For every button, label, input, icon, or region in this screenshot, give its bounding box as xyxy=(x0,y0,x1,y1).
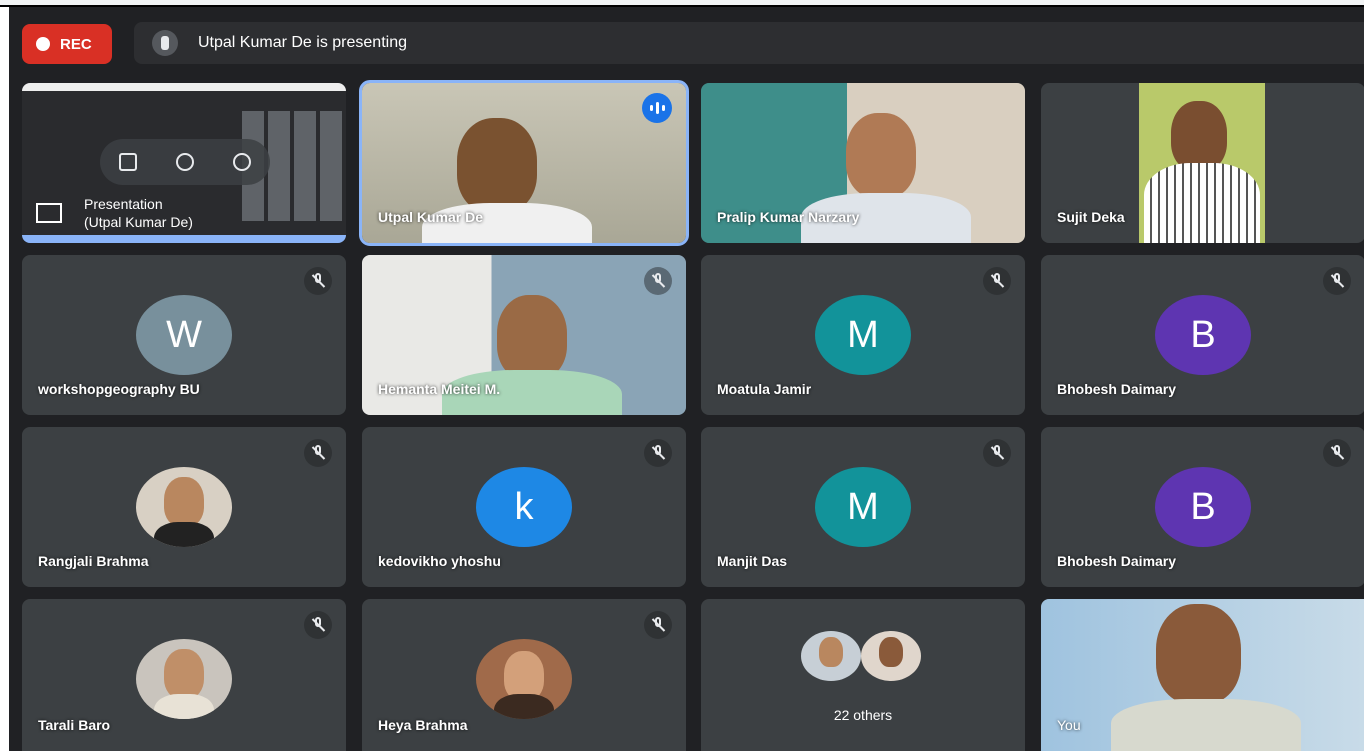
mic-off-icon xyxy=(644,267,672,295)
participant-name: Manjit Das xyxy=(717,553,788,569)
participant-tile-bhobesh-1[interactable]: B Bhobesh Daimary xyxy=(1041,255,1364,415)
avatar xyxy=(136,639,232,719)
avatar xyxy=(136,467,232,547)
presenting-text: Utpal Kumar De is presenting xyxy=(198,34,407,51)
presentation-label-line2: (Utpal Kumar De) xyxy=(84,214,193,230)
pin-icon[interactable] xyxy=(119,153,138,171)
others-avatar-1 xyxy=(801,631,861,681)
others-tile[interactable]: 22 others xyxy=(701,599,1025,751)
participant-name: Moatula Jamir xyxy=(717,381,812,397)
person-head xyxy=(1156,604,1241,704)
person-head xyxy=(164,649,204,699)
person-head xyxy=(457,118,537,213)
person-body xyxy=(154,522,214,547)
participant-name: kedovikho yhoshu xyxy=(378,553,501,569)
speaking-indicator-icon xyxy=(642,93,672,123)
person-body xyxy=(1144,163,1260,243)
person-head xyxy=(846,113,916,198)
participant-tile-utpal[interactable]: Utpal Kumar De xyxy=(359,80,689,246)
participant-name: Hemanta Meitei M. xyxy=(378,381,501,397)
others-avatar-2 xyxy=(861,631,921,681)
avatar: M xyxy=(815,467,911,547)
participant-tile-kedovikho[interactable]: k kedovikho yhoshu xyxy=(362,427,686,587)
mic-off-icon xyxy=(304,611,332,639)
person-head xyxy=(164,477,204,527)
participant-name: Sujit Deka xyxy=(1057,209,1125,225)
presentation-label: Presentation (Utpal Kumar De) xyxy=(84,195,193,231)
remove-icon[interactable] xyxy=(232,153,251,171)
person-body xyxy=(1111,699,1301,751)
presentation-taskbar xyxy=(22,235,346,243)
participant-tile-you[interactable]: You xyxy=(1041,599,1364,751)
mic-off-icon xyxy=(1323,439,1351,467)
participant-tile-sujit[interactable]: Sujit Deka xyxy=(1041,83,1364,243)
participant-tile-rangjali[interactable]: Rangjali Brahma xyxy=(22,427,346,587)
avatar xyxy=(476,639,572,719)
participant-tile-pralip[interactable]: Pralip Kumar Narzary xyxy=(701,83,1025,243)
others-count: 22 others xyxy=(833,707,893,723)
avatar: B xyxy=(1155,467,1251,547)
person-head xyxy=(1171,101,1227,171)
participant-name: Rangjali Brahma xyxy=(38,553,149,569)
present-to-all-icon xyxy=(36,203,62,223)
participant-name: Bhobesh Daimary xyxy=(1057,381,1177,397)
participant-name: Utpal Kumar De xyxy=(378,209,484,225)
record-dot-icon xyxy=(36,37,50,51)
avatar: k xyxy=(476,467,572,547)
avatar: B xyxy=(1155,295,1251,375)
participant-tile-moatula[interactable]: M Moatula Jamir xyxy=(701,255,1025,415)
mic-off-icon xyxy=(983,439,1011,467)
presentation-label-line1: Presentation xyxy=(84,196,163,212)
presenting-banner: Utpal Kumar De is presenting xyxy=(134,22,1364,64)
window-top-edge xyxy=(0,0,1364,7)
mic-off-icon xyxy=(644,439,672,467)
presentation-controls xyxy=(100,139,270,185)
person-head xyxy=(497,295,567,380)
participant-tile-bhobesh-2[interactable]: B Bhobesh Daimary xyxy=(1041,427,1364,587)
video-feed xyxy=(1041,599,1364,751)
mute-icon[interactable] xyxy=(175,153,194,171)
avatar: W xyxy=(136,295,232,375)
participant-tile-hemanta[interactable]: Hemanta Meitei M. xyxy=(362,255,686,415)
participant-tile-manjit[interactable]: M Manjit Das xyxy=(701,427,1025,587)
participant-tile-tarali[interactable]: Tarali Baro xyxy=(22,599,346,751)
mic-off-icon xyxy=(304,267,332,295)
window-left-edge xyxy=(0,7,9,751)
presenter-icon xyxy=(152,30,178,56)
participant-name: You xyxy=(1057,717,1081,733)
mic-off-icon xyxy=(983,267,1011,295)
mic-off-icon xyxy=(1323,267,1351,295)
person-body xyxy=(494,694,554,719)
participant-tile-heya[interactable]: Heya Brahma xyxy=(362,599,686,751)
recording-indicator: REC xyxy=(22,24,112,64)
participant-name: Bhobesh Daimary xyxy=(1057,553,1177,569)
participant-name: workshopgeography BU xyxy=(38,381,200,397)
person-body xyxy=(154,694,214,719)
avatar: M xyxy=(815,295,911,375)
participant-tile-workshop[interactable]: W workshopgeography BU xyxy=(22,255,346,415)
participant-name: Pralip Kumar Narzary xyxy=(717,209,860,225)
mic-off-icon xyxy=(304,439,332,467)
recording-label: REC xyxy=(60,35,92,53)
presentation-tile[interactable]: Presentation (Utpal Kumar De) xyxy=(22,83,346,243)
participant-name: Heya Brahma xyxy=(378,717,468,733)
participant-name: Tarali Baro xyxy=(38,717,111,733)
video-feed xyxy=(1139,83,1265,243)
mic-off-icon xyxy=(644,611,672,639)
